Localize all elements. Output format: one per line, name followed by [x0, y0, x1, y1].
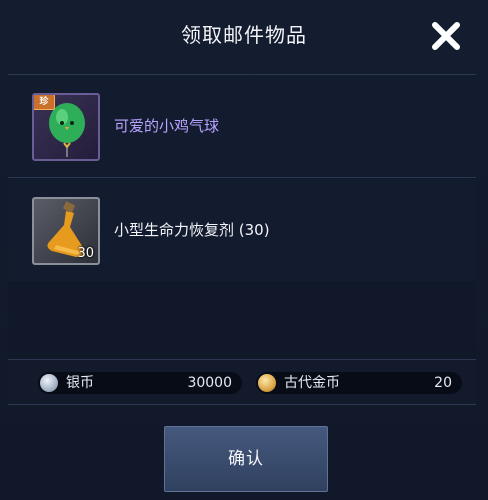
chick-balloon-icon: 珍	[32, 93, 100, 161]
currency-label: 银币	[66, 375, 94, 391]
item-name: 可爱的小鸡气球	[114, 117, 220, 135]
close-button[interactable]	[426, 16, 466, 56]
close-icon	[432, 22, 460, 50]
silver-coin-icon	[40, 374, 58, 392]
list-item[interactable]: 珍 可爱的小鸡气球	[8, 75, 476, 178]
currency-label: 古代金币	[284, 375, 340, 391]
mail-items-dialog: 领取邮件物品 珍 可爱的小鸡气球 30 小型生命力恢复剂 (30) 银币 300…	[0, 0, 488, 500]
currency-bar: 银币 30000 古代金币 20	[8, 360, 476, 405]
empty-slot	[8, 281, 476, 359]
dialog-title: 领取邮件物品	[181, 23, 307, 47]
currency-value: 30000	[187, 375, 232, 391]
confirm-button[interactable]: 确认	[164, 426, 328, 492]
currency-value: 20	[434, 375, 452, 391]
rarity-badge: 珍	[34, 95, 55, 110]
item-quantity: 30	[77, 246, 94, 261]
silver-currency: 银币 30000	[38, 372, 242, 394]
gold-currency: 古代金币 20	[256, 372, 462, 394]
item-name: 小型生命力恢复剂 (30)	[114, 221, 270, 239]
list-item[interactable]: 30 小型生命力恢复剂 (30)	[8, 179, 476, 282]
gold-coin-icon	[258, 374, 276, 392]
potion-flask-icon: 30	[32, 197, 100, 265]
item-list: 珍 可爱的小鸡气球 30 小型生命力恢复剂 (30)	[8, 74, 476, 360]
